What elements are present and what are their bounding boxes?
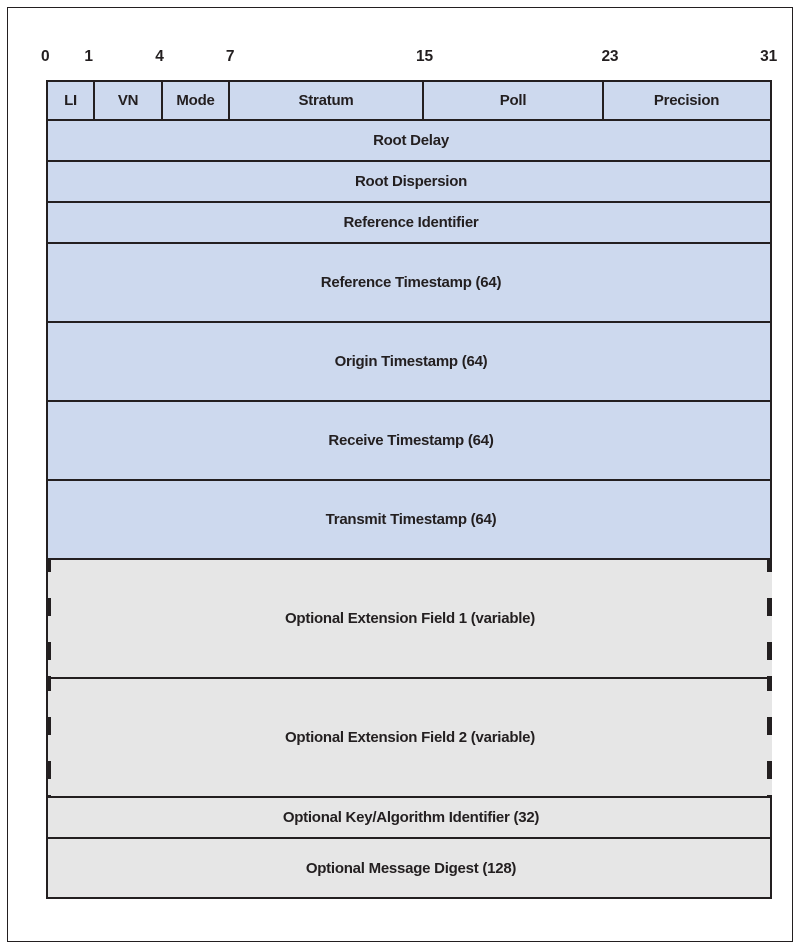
packet-row-reference-identifier: Reference Identifier: [46, 203, 772, 244]
ntp-packet-format-diagram: LI VN Mode Stratum Poll Precision Root Delay Ro…: [46, 80, 772, 899]
packet-row-word-0: LI VN Mode Stratum Poll Precision: [46, 80, 772, 121]
bit-tick-4: 4: [155, 48, 164, 65]
dashed-border-left: [46, 677, 51, 798]
packet-field-root-delay: Root Delay: [48, 121, 774, 160]
field-label: Mode: [176, 92, 215, 109]
packet-field-optional-extension-field-2: Optional Extension Field 2 (variable): [46, 679, 772, 796]
packet-row-extension-field-1: Optional Extension Field 1 (variable): [46, 558, 772, 679]
packet-field-optional-key-algorithm-identifier: Optional Key/Algorithm Identifier (32): [48, 798, 774, 837]
field-label: Precision: [653, 92, 720, 109]
packet-field-receive-timestamp: Receive Timestamp (64): [48, 402, 774, 479]
packet-row-transmit-timestamp: Transmit Timestamp (64): [46, 481, 772, 560]
packet-row-key-algorithm-identifier: Optional Key/Algorithm Identifier (32): [46, 798, 772, 839]
bit-tick-0: 0: [41, 48, 50, 65]
field-label: LI: [64, 92, 77, 109]
packet-field-stratum: Stratum: [228, 82, 422, 119]
dashed-border-right: [767, 677, 772, 798]
packet-field-optional-extension-field-1: Optional Extension Field 1 (variable): [46, 560, 772, 677]
packet-row-receive-timestamp: Receive Timestamp (64): [46, 402, 772, 481]
packet-row-message-digest: Optional Message Digest (128): [46, 839, 772, 899]
bit-tick-15: 15: [416, 48, 433, 65]
packet-row-root-dispersion: Root Dispersion: [46, 162, 772, 203]
packet-field-optional-message-digest: Optional Message Digest (128): [48, 839, 774, 897]
field-label: Optional Extension Field 1 (variable): [285, 610, 535, 627]
packet-row-extension-field-2: Optional Extension Field 2 (variable): [46, 677, 772, 798]
bit-tick-31: 31: [760, 48, 777, 65]
field-label: Origin Timestamp (64): [334, 353, 488, 370]
field-label: Optional Key/Algorithm Identifier (32): [282, 809, 540, 826]
bit-tick-1: 1: [84, 48, 93, 65]
packet-field-reference-timestamp: Reference Timestamp (64): [48, 244, 774, 321]
field-label: Poll: [499, 92, 527, 109]
field-label: Stratum: [298, 92, 354, 109]
field-label: Receive Timestamp (64): [328, 432, 494, 449]
packet-field-poll: Poll: [422, 82, 602, 119]
field-label: VN: [117, 92, 139, 109]
packet-field-root-dispersion: Root Dispersion: [48, 162, 774, 201]
field-label: Root Dispersion: [354, 173, 468, 190]
figure-frame: 0 1 4 7 15 23 31 LI VN Mode Stratum Poll Precision R…: [7, 7, 793, 942]
packet-field-precision: Precision: [602, 82, 769, 119]
packet-row-origin-timestamp: Origin Timestamp (64): [46, 323, 772, 402]
field-label: Optional Extension Field 2 (variable): [285, 729, 535, 746]
packet-field-reference-identifier: Reference Identifier: [48, 203, 774, 242]
field-label: Transmit Timestamp (64): [325, 511, 497, 528]
dashed-border-right: [767, 558, 772, 679]
packet-field-transmit-timestamp: Transmit Timestamp (64): [48, 481, 774, 558]
bit-tick-7: 7: [225, 48, 235, 65]
field-label: Reference Identifier: [343, 214, 479, 231]
packet-field-version-number: VN: [93, 82, 161, 119]
packet-field-leap-indicator: LI: [48, 82, 93, 119]
bit-position-ruler: 0 1 4 7 15 23 31: [41, 48, 777, 74]
packet-row-reference-timestamp: Reference Timestamp (64): [46, 244, 772, 323]
packet-row-root-delay: Root Delay: [46, 121, 772, 162]
field-label: Optional Message Digest (128): [305, 859, 517, 877]
field-label: Root Delay: [373, 132, 449, 149]
packet-field-mode: Mode: [161, 82, 228, 119]
dashed-border-left: [46, 558, 51, 679]
packet-field-origin-timestamp: Origin Timestamp (64): [48, 323, 774, 400]
bit-tick-23: 23: [601, 48, 619, 65]
field-label: Reference Timestamp (64): [320, 274, 502, 291]
